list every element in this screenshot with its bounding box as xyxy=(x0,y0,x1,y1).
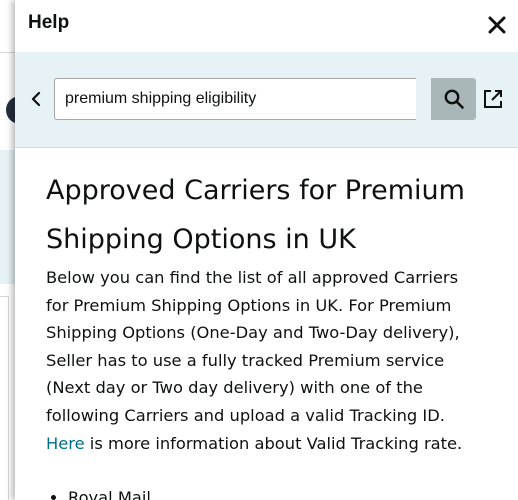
help-panel-title: Help xyxy=(28,12,70,33)
help-panel-header: Help xyxy=(15,0,518,52)
page: Help premium shipping eligibility Approv… xyxy=(0,0,518,500)
chevron-left-icon xyxy=(31,91,41,107)
close-icon xyxy=(488,16,506,34)
help-article: Approved Carriers for Premium Shipping O… xyxy=(46,166,486,500)
open-in-new-icon xyxy=(484,90,502,108)
back-button[interactable] xyxy=(25,88,47,110)
background-header-divider xyxy=(0,52,16,53)
valid-tracking-link[interactable]: Here xyxy=(46,434,85,453)
help-search-input[interactable] xyxy=(54,78,416,120)
search-button[interactable] xyxy=(431,78,476,120)
article-link-suffix: is more information about Valid Tracking… xyxy=(84,433,463,453)
article-title: Approved Carriers for Premium Shipping O… xyxy=(46,175,465,255)
article-body: Below you can find the list of all appro… xyxy=(46,264,482,457)
article-intro: Below you can find the list of all appro… xyxy=(46,268,460,425)
search-icon xyxy=(444,89,464,109)
carrier-list: Royal Mail xyxy=(46,484,151,500)
open-in-new-window-button[interactable] xyxy=(481,87,505,111)
help-panel: Help premium shipping eligibility Approv… xyxy=(15,0,518,500)
background-banner xyxy=(0,150,16,284)
background-card xyxy=(0,296,9,500)
background-page xyxy=(0,0,34,500)
help-search-bar xyxy=(15,52,518,148)
close-button[interactable] xyxy=(484,12,510,38)
carrier-list-item: Royal Mail xyxy=(68,484,151,500)
